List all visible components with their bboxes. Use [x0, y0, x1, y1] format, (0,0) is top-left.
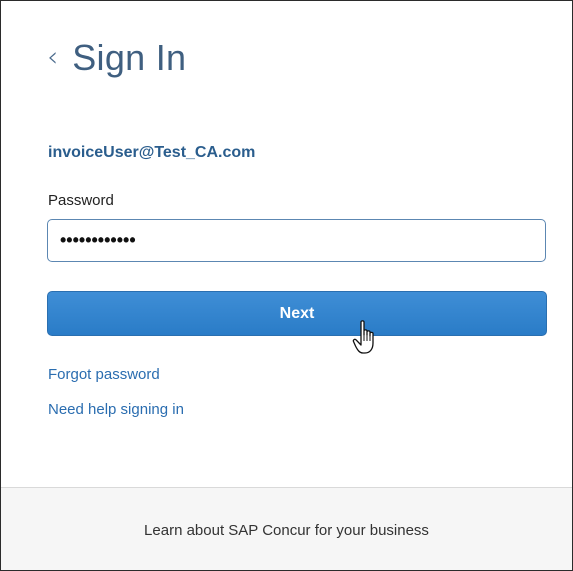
footer: Learn about SAP Concur for your business [1, 487, 572, 570]
page-title: Sign In [72, 37, 187, 78]
chevron-left-icon[interactable]: ‹ [47, 43, 58, 71]
user-email: invoiceUser@Test_CA.com [48, 144, 256, 161]
sign-in-panel: ‹ Sign In invoiceUser@Test_CA.com Passwo… [0, 0, 573, 571]
forgot-password-link[interactable]: Forgot password [48, 366, 160, 383]
next-button[interactable]: Next [47, 291, 547, 336]
need-help-link[interactable]: Need help signing in [48, 401, 184, 418]
learn-about-sap-concur-link[interactable]: Learn about SAP Concur for your business [1, 522, 572, 539]
page-header: ‹ Sign In [47, 37, 186, 79]
password-label: Password [48, 192, 114, 209]
password-field[interactable]: •••••••••••• [47, 219, 546, 262]
